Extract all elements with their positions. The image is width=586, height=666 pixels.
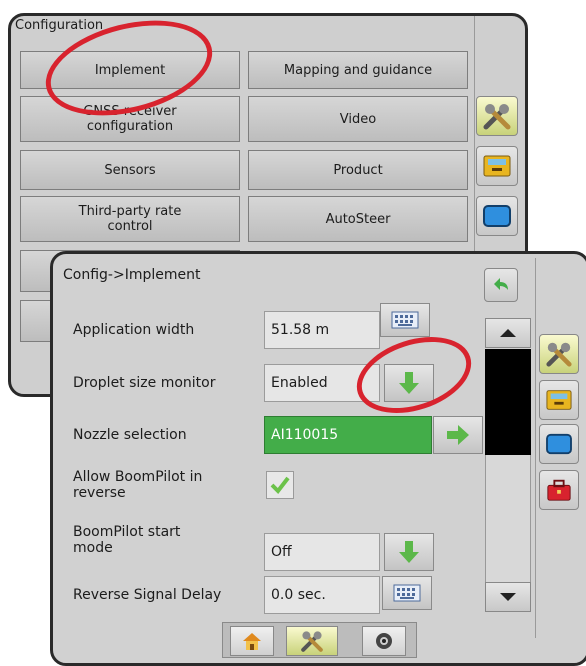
scrollbar-track[interactable] bbox=[485, 455, 531, 582]
toolbox-icon[interactable] bbox=[539, 470, 579, 510]
right-arrow-icon[interactable] bbox=[433, 416, 483, 454]
home-icon[interactable] bbox=[230, 626, 274, 656]
scroll-down-button[interactable] bbox=[485, 582, 531, 612]
tools-icon[interactable] bbox=[286, 626, 338, 656]
implement-button[interactable]: Implement bbox=[20, 51, 240, 89]
nozzle-selection-label: Nozzle selection bbox=[73, 427, 187, 443]
scrollbar-thumb[interactable] bbox=[485, 349, 531, 455]
keyboard-icon[interactable] bbox=[380, 303, 430, 337]
keyboard-icon[interactable] bbox=[382, 576, 432, 610]
camera-icon[interactable] bbox=[362, 626, 406, 656]
boompilot-start-mode-value[interactable]: Off bbox=[264, 533, 380, 571]
tools-icon[interactable] bbox=[476, 96, 518, 136]
back-button[interactable] bbox=[484, 268, 518, 302]
console-icon[interactable] bbox=[476, 146, 518, 186]
gnss-receiver-configuration-button[interactable]: GNSS receiver configuration bbox=[20, 96, 240, 142]
breadcrumb: Config->Implement bbox=[63, 267, 201, 283]
reverse-signal-delay-label: Reverse Signal Delay bbox=[73, 587, 222, 603]
down-arrow-icon[interactable] bbox=[384, 364, 434, 402]
scroll-up-button[interactable] bbox=[485, 318, 531, 348]
application-width-value[interactable]: 51.58 m bbox=[264, 311, 380, 349]
configuration-title: Configuration bbox=[15, 18, 104, 33]
droplet-size-monitor-label: Droplet size monitor bbox=[73, 375, 216, 391]
down-arrow-icon[interactable] bbox=[384, 533, 434, 571]
tools-icon[interactable] bbox=[539, 334, 579, 374]
sensors-button[interactable]: Sensors bbox=[20, 150, 240, 190]
console-icon[interactable] bbox=[539, 380, 579, 420]
implement-side-divider bbox=[535, 258, 536, 638]
boompilot-start-mode-label: BoomPilot start mode bbox=[73, 524, 181, 556]
mapping-and-guidance-button[interactable]: Mapping and guidance bbox=[248, 51, 468, 89]
application-width-label: Application width bbox=[73, 322, 195, 338]
screen-icon[interactable] bbox=[476, 196, 518, 236]
video-button[interactable]: Video bbox=[248, 96, 468, 142]
droplet-size-monitor-value[interactable]: Enabled bbox=[264, 364, 380, 402]
reverse-signal-delay-value[interactable]: 0.0 sec. bbox=[264, 576, 380, 614]
allow-boompilot-checkbox[interactable] bbox=[266, 471, 294, 499]
third-party-rate-control-button[interactable]: Third-party rate control bbox=[20, 196, 240, 242]
product-button[interactable]: Product bbox=[248, 150, 468, 190]
allow-boompilot-in-reverse-label: Allow BoomPilot in reverse bbox=[73, 469, 203, 501]
autosteer-button[interactable]: AutoSteer bbox=[248, 196, 468, 242]
nozzle-selection-value[interactable]: AI110015 bbox=[264, 416, 432, 454]
screen-icon[interactable] bbox=[539, 424, 579, 464]
